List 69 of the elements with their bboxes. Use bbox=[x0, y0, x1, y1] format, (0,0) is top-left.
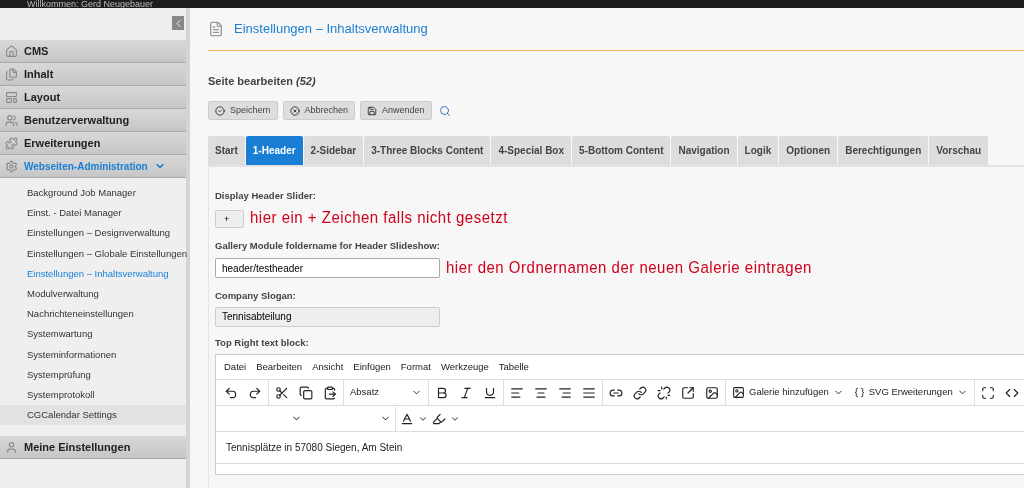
menu-item[interactable]: CMS bbox=[0, 40, 186, 63]
submenu-item[interactable]: Einstellungen – Designverwaltung bbox=[0, 223, 186, 244]
layout-icon bbox=[5, 90, 18, 104]
action-button[interactable]: Anwenden bbox=[360, 101, 432, 120]
menu-item[interactable]: Erweiterungen bbox=[0, 132, 186, 155]
menu-entry[interactable]: Werkzeuge bbox=[440, 359, 489, 375]
input-field[interactable]: header/testheader bbox=[215, 258, 440, 279]
field-label: Display Header Slider: bbox=[215, 189, 317, 203]
submenu-item[interactable]: Einstellungen – Inhaltsverwaltung bbox=[0, 263, 186, 284]
action-button[interactable]: Abbrechen bbox=[282, 101, 356, 120]
menu-item[interactable]: Layout bbox=[0, 86, 186, 109]
save-icon bbox=[367, 105, 378, 116]
home-icon bbox=[5, 44, 18, 58]
tab[interactable]: 2-Sidebar bbox=[303, 136, 364, 165]
submenu-item[interactable]: CGCalendar Settings bbox=[0, 405, 186, 426]
menu-entry[interactable]: Tabelle bbox=[498, 359, 529, 375]
menu-entry[interactable]: Datei bbox=[224, 359, 247, 375]
submenu-item[interactable]: Systemprotokoll bbox=[0, 384, 186, 406]
user-icon bbox=[5, 440, 18, 454]
menu-item[interactable]: Benutzerverwaltung bbox=[0, 109, 186, 132]
cancel-icon bbox=[289, 105, 300, 116]
editor-content[interactable]: Tennisplätze in 57080 Siegen, Am Stein bbox=[226, 440, 403, 455]
field-label: Company Slogan: bbox=[215, 288, 297, 303]
menu-entry[interactable]: Bearbeiten bbox=[256, 359, 303, 375]
tab[interactable]: 3-Three Blocks Content bbox=[364, 136, 491, 165]
tab[interactable]: 5-Bottom Content bbox=[572, 136, 671, 165]
gallery-dropdown[interactable]: Galerie hinzufügen bbox=[728, 380, 848, 405]
action-button[interactable]: Speichern bbox=[208, 101, 278, 120]
annotation-text: hier ein + Zeichen falls nicht gesetzt bbox=[250, 207, 508, 229]
submenu-item[interactable]: Nachrichteneinstellungen bbox=[0, 304, 186, 325]
gear-icon bbox=[5, 159, 18, 173]
welcome-text: Willkommen: Gerd Neugebauer bbox=[27, 0, 154, 8]
menu-item[interactable]: Inhalt bbox=[0, 63, 186, 86]
submenu-item[interactable]: Einstellungen – Globale Einstellungen bbox=[0, 243, 188, 264]
svg-dropdown[interactable]: SVG Erweiterungen bbox=[849, 380, 972, 405]
check-icon bbox=[215, 105, 225, 116]
tab[interactable]: Start bbox=[208, 136, 245, 165]
field-label: Gallery Module foldername for Header Slideshow: bbox=[215, 238, 441, 253]
menu-entry[interactable]: Einfügen bbox=[353, 359, 391, 375]
annotation-text: hier den Ordnernamen der neuen Galerie eintragen bbox=[446, 257, 812, 279]
submenu-item[interactable]: Systeminformationen bbox=[0, 344, 186, 365]
document-icon bbox=[208, 21, 224, 37]
submenu-item[interactable]: Systemprüfung bbox=[0, 364, 186, 385]
input-field[interactable]: + bbox=[215, 209, 244, 228]
puzzle-icon bbox=[5, 136, 18, 150]
tab[interactable]: Optionen bbox=[779, 136, 838, 165]
field-label: Top Right text block: bbox=[215, 335, 310, 350]
submenu-item[interactable]: Systemwartung bbox=[0, 324, 186, 345]
submenu-item[interactable]: Einst. - Datei Manager bbox=[0, 203, 186, 224]
tab[interactable]: Navigation bbox=[671, 136, 737, 165]
image-icon bbox=[732, 386, 745, 399]
tab[interactable]: 4-Special Box bbox=[491, 136, 572, 165]
input-field[interactable]: Tennisabteilung bbox=[215, 306, 440, 327]
users-icon bbox=[5, 113, 18, 127]
tab[interactable]: Vorschau bbox=[929, 136, 989, 165]
braces-icon bbox=[853, 387, 865, 398]
format-dropdown[interactable]: Absatz bbox=[346, 380, 426, 405]
menu-entry[interactable]: Ansicht bbox=[312, 359, 344, 375]
page-title: Einstellungen – Inhaltsverwaltung bbox=[234, 20, 428, 39]
menu-item[interactable]: Meine Einstellungen bbox=[0, 436, 186, 460]
search-icon[interactable] bbox=[438, 104, 451, 117]
section-heading: Seite bearbeiten (52) bbox=[208, 73, 316, 89]
submenu-item[interactable]: Background Job Manager bbox=[0, 183, 186, 204]
tab[interactable]: Berechtigungen bbox=[838, 136, 929, 165]
tab[interactable]: Logik bbox=[737, 136, 779, 165]
submenu-item[interactable]: Modulverwaltung bbox=[0, 283, 186, 305]
menu-entry[interactable]: Format bbox=[400, 359, 431, 375]
tab[interactable]: 1-Header bbox=[245, 136, 303, 165]
pages-icon bbox=[5, 67, 18, 81]
